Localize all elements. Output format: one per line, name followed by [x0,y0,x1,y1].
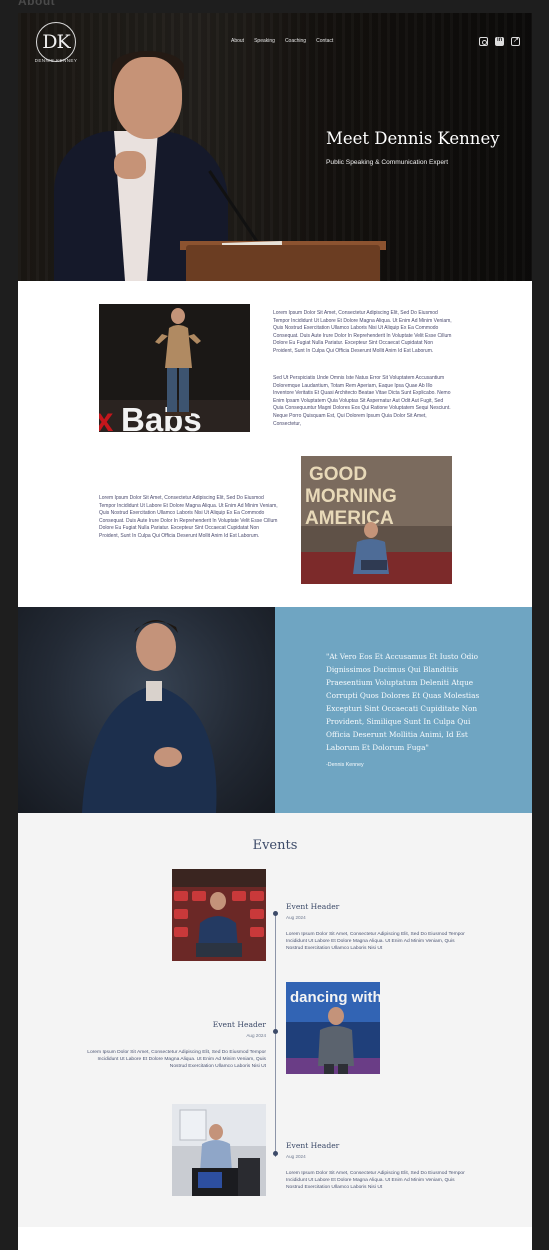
external-link-icon[interactable] [511,36,520,46]
hero-section: DK DENNIS KENNEY About Speaking Coaching… [18,13,532,281]
event-3-description: Lorem Ipsum Dolor Sit Amet, Consectetur … [286,1171,465,1190]
event-1-photo[interactable] [172,869,266,961]
nav-contact[interactable]: Contact [316,38,333,44]
main-nav: About Speaking Coaching Contact [231,38,333,44]
event-2-description: Lorem Ipsum Dolor Sit Amet, Consectetur … [87,1050,266,1069]
svg-text:MORNING: MORNING [305,486,397,507]
svg-text:AMERICA: AMERICA [305,508,394,529]
event-1-header: Event Header [286,902,340,911]
event-1-date: Aug 2024 [286,915,306,920]
timeline-dot [273,1151,278,1156]
timeline-dot [273,1029,278,1034]
about-paragraph-1: Lorem Ipsum Dolor Sit Amet, Consectetur … [273,310,452,354]
events-section: Events Event Header Aug 2024 Lorem Ipsum… [18,813,532,1227]
page-label: About [18,0,56,8]
podium [186,245,380,281]
hero-subtitle: Public Speaking & Communication Expert [326,159,449,166]
timeline-dot [273,911,278,916]
stage-sign-text: Babs [121,401,202,432]
event-2-header: Event Header [212,1020,266,1029]
page-canvas: DK DENNIS KENNEY About Speaking Coaching… [18,13,532,1250]
gma-sign: GOOD [309,464,367,485]
about-paragraph-3: Lorem Ipsum Dolor Sit Amet, Consectetur … [99,495,278,539]
instagram-icon[interactable] [479,37,488,46]
event-2-date: Aug 2024 [246,1033,266,1038]
about-paragraph-2: Sed Ut Perspiciatis Unde Omnis Iste Natu… [273,375,451,427]
social-links [479,36,520,46]
event-1-description: Lorem Ipsum Dolor Sit Amet, Consectetur … [286,932,465,951]
timeline-line [275,913,276,1157]
events-title: Events [252,838,298,853]
quote-text: "At Vero Eos Et Accusamus Et Iusto Odio … [326,652,480,752]
event-3-photo[interactable] [172,1104,266,1196]
stage-sign: x [99,401,114,432]
about-stage-photo: x Babs [99,304,250,432]
portrait-photo [18,607,275,813]
linkedin-icon[interactable] [495,37,504,46]
site-logo[interactable]: DK [36,22,76,62]
nav-speaking[interactable]: Speaking [254,38,275,44]
event-2-photo[interactable]: dancing with the stars [286,982,380,1074]
logo-name: DENNIS KENNEY [34,58,78,63]
dwts-sign: dancing with the stars [290,989,380,1006]
nav-about[interactable]: About [231,38,244,44]
event-3-date: Aug 2024 [286,1154,306,1159]
event-3-header: Event Header [286,1141,340,1150]
quote-panel: "At Vero Eos Et Accusamus Et Iusto Odio … [275,607,532,813]
hero-title: Meet Dennis Kenney [326,129,500,148]
about-tv-studio-photo: GOOD MORNING AMERICA [301,456,452,584]
logo-monogram: DK [42,31,70,53]
testimonial-section: "At Vero Eos Et Accusamus Et Iusto Odio … [18,607,532,813]
nav-coaching[interactable]: Coaching [285,38,306,44]
quote-author: -Dennis Kenney [326,762,364,768]
